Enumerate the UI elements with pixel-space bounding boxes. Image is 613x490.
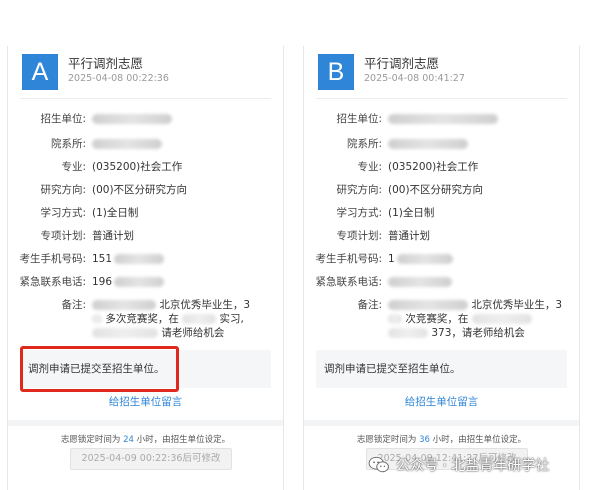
remark-line-3: 373，请老师给机会 bbox=[431, 327, 525, 339]
card-title: 平行调剂志愿 bbox=[68, 56, 144, 71]
phone-prefix: 1 bbox=[388, 253, 395, 265]
field-label: 专项计划: bbox=[40, 230, 86, 242]
remark-line-1: 北京优秀毕业生，3 bbox=[159, 299, 251, 311]
field-value: (1)全日制 bbox=[92, 207, 139, 219]
wechat-icon bbox=[368, 456, 389, 473]
field-value: (00)不区分研究方向 bbox=[388, 184, 484, 196]
redacted-value bbox=[471, 314, 532, 324]
lock-duration-text: 志愿锁定时间为 24 小时，由招生单位设定。 bbox=[60, 435, 231, 445]
card-letter-badge: A bbox=[22, 54, 58, 90]
redacted-value bbox=[114, 277, 165, 287]
field-label: 研究方向: bbox=[336, 184, 382, 196]
redacted-value bbox=[92, 314, 102, 324]
lock-hours: 24 bbox=[123, 435, 134, 445]
remark-line-2: 多次竞赛奖，在 bbox=[105, 313, 179, 325]
redacted-value bbox=[388, 300, 468, 310]
watermark-text: 公众号 · 北盐青年研学社 bbox=[396, 458, 550, 474]
lock-hours: 36 bbox=[419, 435, 430, 445]
field-label: 专项计划: bbox=[336, 230, 382, 242]
remark-line-1: 北京优秀毕业生，3 bbox=[471, 299, 563, 311]
notice-highlight-box bbox=[20, 346, 179, 392]
field-label: 院系所: bbox=[50, 138, 86, 150]
field-label: 紧急联系电话: bbox=[315, 276, 382, 288]
redacted-value bbox=[92, 139, 162, 149]
field-label: 考生手机号码: bbox=[315, 253, 382, 265]
message-school-link[interactable]: 给招生单位留言 bbox=[8, 394, 283, 409]
card-letter-badge: B bbox=[318, 54, 354, 90]
phone-prefix: 151 bbox=[92, 253, 113, 265]
field-label: 备注: bbox=[61, 299, 86, 311]
field-label: 考生手机号码: bbox=[19, 253, 86, 265]
redacted-value bbox=[396, 254, 453, 264]
field-value: (00)不区分研究方向 bbox=[92, 184, 188, 196]
redacted-value bbox=[92, 114, 172, 124]
field-value: 普通计划 bbox=[388, 230, 430, 242]
field-label: 专业: bbox=[357, 161, 382, 173]
wechat-watermark: 公众号 · 北盐青年研学社 bbox=[368, 452, 549, 478]
redacted-value bbox=[388, 328, 428, 338]
field-label: 学习方式: bbox=[336, 207, 382, 219]
field-label: 院系所: bbox=[346, 138, 382, 150]
redacted-value bbox=[114, 254, 165, 264]
redacted-value bbox=[92, 328, 158, 338]
card-header: B 平行调剂志愿 2025-04-08 00:41:27 bbox=[304, 46, 579, 90]
field-label: 研究方向: bbox=[40, 184, 86, 196]
card-title: 平行调剂志愿 bbox=[364, 56, 440, 71]
field-value: (035200)社会工作 bbox=[92, 161, 183, 173]
modify-button[interactable]: 2025-04-09 00:22:36后可修改 bbox=[70, 448, 232, 470]
field-label: 学习方式: bbox=[40, 207, 86, 219]
message-school-link[interactable]: 给招生单位留言 bbox=[304, 394, 579, 409]
redacted-value bbox=[182, 314, 217, 324]
volunteer-card-b: B 平行调剂志愿 2025-04-08 00:41:27 招生单位: 院系所: … bbox=[303, 46, 580, 490]
footer-separator bbox=[8, 420, 283, 426]
card-timestamp: 2025-04-08 00:22:36 bbox=[68, 73, 169, 84]
redacted-value bbox=[388, 139, 468, 149]
volunteer-card-a: A 平行调剂志愿 2025-04-08 00:22:36 招生单位: 院系所: … bbox=[7, 46, 284, 490]
redacted-value bbox=[388, 114, 498, 124]
remark-line-2b: 实习, bbox=[219, 313, 244, 325]
field-label: 紧急联系电话: bbox=[19, 276, 86, 288]
submission-notice: 调剂申请已提交至招生单位。 bbox=[316, 350, 567, 388]
field-value: (1)全日制 bbox=[388, 207, 435, 219]
field-value: (035200)社会工作 bbox=[388, 161, 479, 173]
field-label: 备注: bbox=[357, 299, 382, 311]
header-divider bbox=[316, 98, 567, 99]
remark-line-3: 请老师给机会 bbox=[161, 327, 225, 339]
remark-line-2: 次竞赛奖，在 bbox=[405, 313, 469, 325]
header-divider bbox=[20, 98, 271, 99]
card-timestamp: 2025-04-08 00:41:27 bbox=[364, 73, 465, 84]
field-value: 普通计划 bbox=[92, 230, 134, 242]
footer-separator bbox=[304, 420, 579, 426]
field-label: 招生单位: bbox=[40, 113, 86, 125]
field-label: 专业: bbox=[61, 161, 86, 173]
redacted-value bbox=[388, 277, 452, 287]
redacted-value bbox=[388, 314, 402, 324]
redacted-value bbox=[92, 300, 156, 310]
card-header: A 平行调剂志愿 2025-04-08 00:22:36 bbox=[8, 46, 283, 90]
field-label: 招生单位: bbox=[336, 113, 382, 125]
lock-duration-text: 志愿锁定时间为 36 小时，由招生单位设定。 bbox=[356, 435, 527, 445]
emergency-prefix: 196 bbox=[92, 276, 113, 288]
